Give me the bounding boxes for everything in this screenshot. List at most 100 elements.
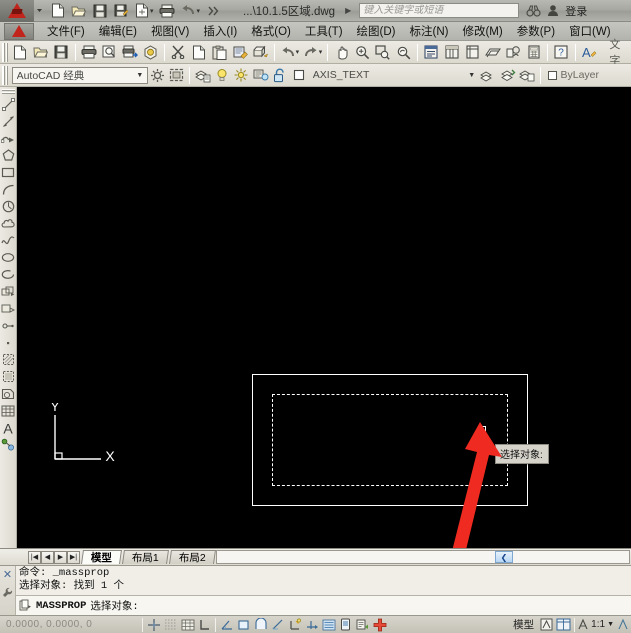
hatch-icon[interactable]: [1, 351, 16, 368]
layer-previous-icon[interactable]: [479, 65, 498, 85]
menu-item-format[interactable]: 格式(O): [244, 23, 298, 39]
tab-last-button[interactable]: ▶|: [67, 550, 80, 564]
save-icon[interactable]: [51, 42, 72, 62]
copy-icon[interactable]: [189, 42, 210, 62]
application-menu-button[interactable]: [0, 0, 34, 22]
dyn-toggle[interactable]: [303, 617, 320, 633]
quick-access-dropdown[interactable]: [34, 0, 44, 22]
3d-publish-icon[interactable]: [140, 42, 161, 62]
circle-icon[interactable]: [1, 198, 16, 215]
rectangle-icon[interactable]: [1, 164, 16, 181]
revision-cloud-icon[interactable]: [1, 215, 16, 232]
undo-dropdown-caret[interactable]: ▾: [296, 48, 300, 56]
layer-select[interactable]: AXIS_TEXT ▼: [309, 67, 479, 84]
plot-icon[interactable]: [79, 42, 100, 62]
polygon-icon[interactable]: [1, 147, 16, 164]
viewport-icon[interactable]: [555, 617, 572, 633]
chevron-down-icon[interactable]: ▼: [133, 68, 147, 83]
gradient-icon[interactable]: [1, 368, 16, 385]
layer-make-current-icon[interactable]: [498, 65, 517, 85]
menu-item-file[interactable]: 文件(F): [40, 23, 92, 39]
quickprops-toggle[interactable]: [354, 617, 371, 633]
open-file-icon[interactable]: [69, 2, 88, 20]
undo-icon[interactable]: [179, 2, 198, 20]
new-file-icon[interactable]: [48, 2, 67, 20]
pan-icon[interactable]: [331, 42, 352, 62]
annotation-scale-lock-icon[interactable]: [614, 617, 631, 633]
tab-first-button[interactable]: |◀: [28, 550, 41, 564]
close-icon[interactable]: ✕: [3, 568, 12, 581]
line-icon[interactable]: [1, 96, 16, 113]
publish-icon[interactable]: [120, 42, 141, 62]
menu-item-parametric[interactable]: 参数(P): [510, 23, 562, 39]
undo-dropdown-caret[interactable]: ▾: [197, 7, 201, 15]
plot-icon[interactable]: [158, 2, 177, 20]
3dosnap-toggle[interactable]: [252, 617, 269, 633]
save-file-icon[interactable]: [90, 2, 109, 20]
ellipse-arc-icon[interactable]: [1, 266, 16, 283]
plot-preview-icon[interactable]: [99, 42, 120, 62]
sheet-set-icon[interactable]: [482, 42, 503, 62]
quick-calc-icon[interactable]: [524, 42, 545, 62]
chevron-down-icon[interactable]: ▼: [465, 68, 479, 83]
cut-icon[interactable]: [168, 42, 189, 62]
redo-dropdown-caret[interactable]: ▾: [319, 48, 323, 56]
otrack-toggle[interactable]: [269, 617, 286, 633]
markup-set-icon[interactable]: [503, 42, 524, 62]
layer-vp-freeze-icon[interactable]: [251, 65, 270, 85]
tab-next-button[interactable]: ▶: [54, 550, 67, 564]
grid-toggle[interactable]: [162, 617, 179, 633]
ellipse-icon[interactable]: [1, 249, 16, 266]
binoculars-icon[interactable]: [526, 4, 541, 17]
layer-on-off-icon[interactable]: [213, 65, 232, 85]
menu-item-insert[interactable]: 插入(I): [196, 23, 244, 39]
selection-cycling-toggle[interactable]: [371, 617, 388, 633]
help-icon[interactable]: ?: [551, 42, 572, 62]
annotation-visibility-icon[interactable]: [538, 617, 555, 633]
ducs-toggle[interactable]: [286, 617, 303, 633]
menu-browser-button[interactable]: [4, 22, 34, 40]
tab-model[interactable]: 模型: [81, 550, 122, 564]
single-point-icon[interactable]: [1, 334, 16, 351]
make-block-icon[interactable]: [1, 300, 16, 317]
menu-item-view[interactable]: 视图(V): [144, 23, 196, 39]
qnew-icon[interactable]: [10, 42, 31, 62]
transparency-toggle[interactable]: [337, 617, 354, 633]
workspace-select[interactable]: AutoCAD 经典 ▼: [11, 66, 148, 84]
point-icon[interactable]: [1, 317, 16, 334]
horizontal-scrollbar[interactable]: ❮: [215, 550, 630, 564]
multiline-text-icon[interactable]: A: [1, 419, 16, 436]
login-label[interactable]: 登录: [565, 3, 587, 19]
spline-icon[interactable]: [1, 232, 16, 249]
toolbar-grip[interactable]: [1, 89, 15, 94]
lineweight-toggle[interactable]: [320, 617, 337, 633]
document-title-caret[interactable]: ▶: [345, 6, 351, 15]
search-input[interactable]: 键入关键字或短语: [359, 3, 520, 18]
match-properties-icon[interactable]: [230, 42, 251, 62]
coordinate-display[interactable]: 0.0000, 0.0000, 0: [0, 619, 140, 630]
layer-freeze-icon[interactable]: [232, 65, 251, 85]
layer-match-icon[interactable]: [517, 65, 536, 85]
command-input-line[interactable]: MASSPROP 选择对象:: [16, 596, 631, 615]
tab-prev-button[interactable]: ◀: [41, 550, 54, 564]
scroll-left-button[interactable]: ❮: [495, 551, 513, 563]
snap-toggle[interactable]: [145, 617, 162, 633]
ortho-toggle[interactable]: [196, 617, 213, 633]
polar-toggle[interactable]: [218, 617, 235, 633]
osnap-toggle[interactable]: [235, 617, 252, 633]
model-space-label[interactable]: 模型: [509, 617, 538, 632]
export-dropdown-caret[interactable]: ▾: [150, 7, 154, 15]
text-style-icon[interactable]: A: [579, 42, 600, 62]
layer-color-swatch[interactable]: [290, 65, 309, 85]
drawing-canvas[interactable]: 选择对象: Y X: [17, 87, 631, 548]
menu-item-dimension[interactable]: 标注(N): [403, 23, 456, 39]
add-selected-icon[interactable]: [1, 436, 16, 453]
user-icon[interactable]: [547, 4, 559, 17]
menu-item-modify[interactable]: 修改(M): [455, 23, 509, 39]
customize-icon[interactable]: [2, 587, 13, 599]
properties-palette-icon[interactable]: [421, 42, 442, 62]
annotation-scale[interactable]: 1:1 ▼: [577, 618, 614, 631]
tool-palettes-icon[interactable]: [462, 42, 483, 62]
zoom-previous-icon[interactable]: [393, 42, 414, 62]
tab-layout2[interactable]: 布局2: [168, 550, 216, 564]
